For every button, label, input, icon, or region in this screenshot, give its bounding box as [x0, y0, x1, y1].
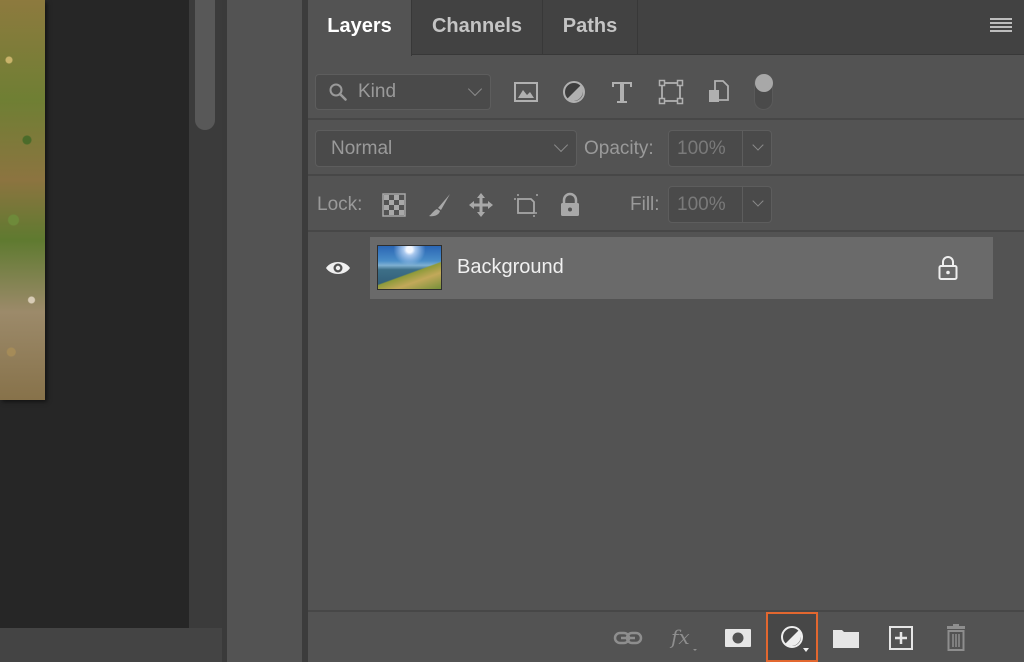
layer-thumbnail — [377, 245, 442, 290]
folder-icon[interactable] — [831, 624, 861, 652]
canvas-scroll-thumb[interactable] — [195, 0, 215, 130]
filter-toggle[interactable] — [754, 74, 773, 110]
layer-item[interactable]: Background — [370, 237, 993, 299]
layers-panel: Layers Channels Paths Kind Normal Opacit… — [308, 0, 1024, 662]
blend-row: Normal Opacity: 100% — [308, 122, 1024, 176]
toggle-knob — [755, 74, 773, 92]
chevron-down-icon — [467, 81, 483, 97]
new-fill-adjustment-layer-button[interactable] — [766, 612, 818, 662]
adjustment-layer-icon — [781, 626, 809, 652]
layer-row[interactable]: Background — [308, 237, 993, 299]
field-separator — [742, 131, 743, 166]
filter-kind-select[interactable]: Kind — [315, 74, 491, 110]
collapsed-panel-dock — [227, 0, 302, 662]
blend-mode-value: Normal — [331, 138, 393, 159]
chevron-down-icon[interactable] — [752, 139, 764, 151]
tab-channels[interactable]: Channels — [412, 0, 543, 55]
lock-transparent-pixels-icon[interactable] — [381, 192, 407, 218]
fill-input[interactable]: 100% — [668, 186, 772, 223]
opacity-label: Opacity: — [584, 138, 654, 159]
chevron-down-icon — [553, 137, 569, 153]
panel-tab-bar: Layers Channels Paths — [308, 0, 1024, 56]
smart-object-filter-icon[interactable] — [706, 79, 732, 105]
fill-label: Fill: — [630, 194, 660, 215]
eye-icon — [326, 262, 350, 274]
lock-position-icon[interactable] — [468, 192, 494, 218]
chevron-down-icon[interactable] — [752, 195, 764, 207]
layer-list: Background — [308, 234, 1024, 610]
image-filter-icon[interactable] — [513, 79, 539, 105]
layer-visibility-toggle[interactable] — [308, 237, 368, 299]
tab-paths[interactable]: Paths — [543, 0, 638, 55]
link-layers-icon[interactable] — [613, 624, 643, 652]
filter-kind-value: Kind — [358, 81, 397, 102]
canvas-horizontal-scrollbar[interactable] — [0, 628, 222, 662]
lock-all-icon[interactable] — [557, 192, 583, 218]
photoshop-workspace: Layers Channels Paths Kind Normal Opacit… — [0, 0, 1024, 662]
layer-lock-icon[interactable] — [937, 255, 959, 281]
search-icon — [329, 83, 347, 101]
shape-filter-icon[interactable] — [658, 79, 684, 105]
opacity-input[interactable]: 100% — [668, 130, 772, 167]
hamburger-menu-icon[interactable] — [990, 18, 1012, 34]
lock-image-pixels-icon[interactable] — [426, 192, 452, 218]
opacity-value: 100% — [677, 138, 726, 159]
layer-name: Background — [457, 256, 564, 278]
filter-row: Kind — [308, 56, 1024, 120]
tab-layers[interactable]: Layers — [308, 0, 412, 56]
layers-footer-toolbar: fx — [308, 610, 1024, 662]
lock-label: Lock: — [317, 194, 363, 215]
lock-artboard-icon[interactable] — [513, 192, 539, 218]
lock-row: Lock: Fill: 100% — [308, 178, 1024, 232]
svg-text:fx: fx — [669, 625, 690, 649]
type-filter-icon[interactable] — [609, 79, 635, 105]
adjustment-filter-icon[interactable] — [561, 79, 587, 105]
fill-value: 100% — [677, 194, 726, 215]
trash-icon[interactable] — [941, 624, 971, 652]
fx-layer-style-icon[interactable]: fx — [668, 624, 698, 652]
blend-mode-select[interactable]: Normal — [315, 130, 577, 167]
document-image — [0, 0, 45, 400]
add-mask-icon[interactable] — [723, 624, 753, 652]
new-layer-icon[interactable] — [886, 624, 916, 652]
document-canvas[interactable] — [0, 0, 190, 628]
field-separator — [742, 187, 743, 222]
